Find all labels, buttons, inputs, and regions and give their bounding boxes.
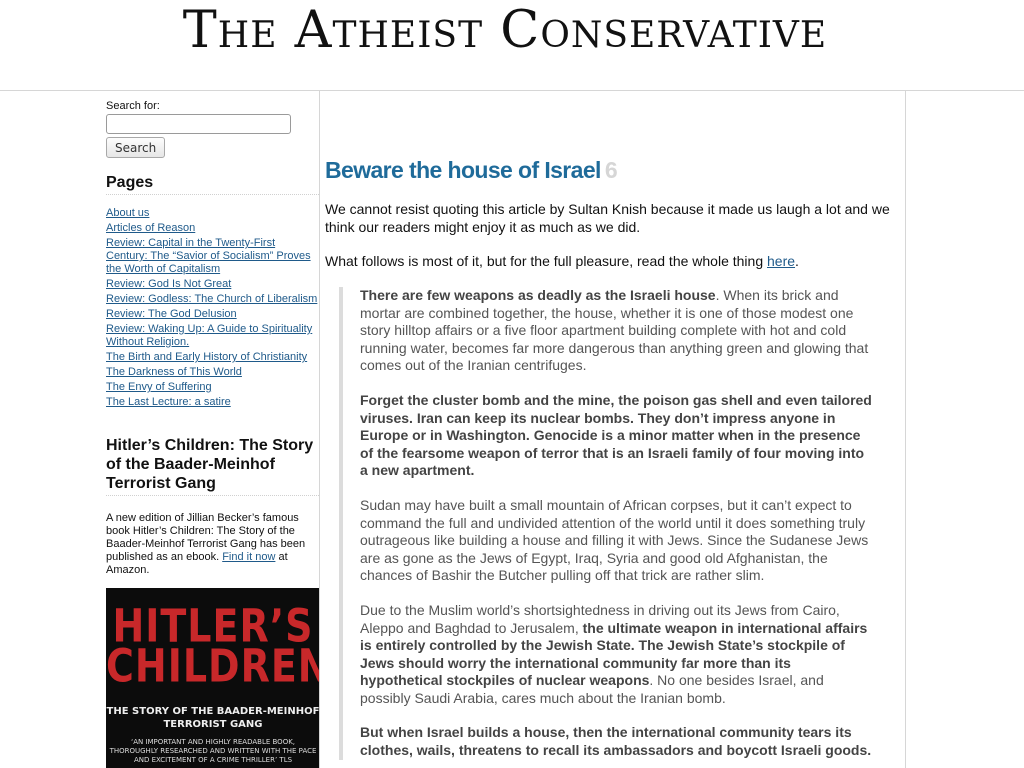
post-title: Beware the house of Israel 6 <box>325 156 903 184</box>
cover-quote: ‘AN IMPORTANT AND HIGHLY READABLE BOOK, … <box>109 738 317 764</box>
pages-widget-title: Pages <box>106 174 319 195</box>
quote-paragraph-3: Sudan may have built a small mountain of… <box>360 496 869 584</box>
quote-paragraph-2: Forget the cluster bomb and the mine, th… <box>360 392 873 480</box>
list-item: Review: The God Delusion <box>106 308 319 321</box>
book-widget-title: Hitler’s Children: The Story of the Baad… <box>106 436 319 496</box>
column-divider-left <box>319 91 320 768</box>
comment-count[interactable]: 6 <box>605 157 618 183</box>
quote-paragraph-4: Due to the Muslim world’s shortsightedne… <box>360 602 873 708</box>
search-label: Search for: <box>106 100 160 112</box>
list-item: The Envy of Suffering <box>106 381 319 394</box>
main-content: Beware the house of Israel 6 We cannot re… <box>325 92 903 768</box>
list-item: Review: Waking Up: A Guide to Spirituali… <box>106 323 319 349</box>
page-link-darkness-of-this-world[interactable]: The Darkness of This World <box>106 366 242 378</box>
search-button[interactable]: Search <box>106 137 166 158</box>
column-divider-right <box>905 91 906 768</box>
list-item: Review: God Is Not Great <box>106 278 319 291</box>
find-it-now-link[interactable]: Find it now <box>222 551 275 563</box>
page-link-review-godless[interactable]: Review: Godless: The Church of Liberalis… <box>106 293 317 305</box>
search-input[interactable] <box>106 114 291 134</box>
list-item: The Last Lecture: a satire <box>106 396 319 409</box>
pages-list: About us Articles of Reason Review: Capi… <box>106 207 319 409</box>
list-item: The Darkness of This World <box>106 366 319 379</box>
post-intro-paragraph-2: What follows is most of it, but for the … <box>325 252 903 270</box>
site-title[interactable]: The Atheist Conservative <box>0 4 1010 58</box>
quote-paragraph-5: But when Israel builds a house, then the… <box>360 724 873 759</box>
list-item: Articles of Reason <box>106 222 319 235</box>
quote-bold: Forget the cluster bomb and the mine, th… <box>360 391 872 479</box>
book-widget-description: A new edition of Jillian Becker’s famous… <box>106 512 319 577</box>
page-link-review-waking-up[interactable]: Review: Waking Up: A Guide to Spirituali… <box>106 323 312 348</box>
quoted-article: There are few weapons as deadly as the I… <box>339 287 903 760</box>
site-header: The Atheist Conservative <box>0 0 1024 91</box>
quote-bold: There are few weapons as deadly as the I… <box>360 287 716 303</box>
list-item: About us <box>106 207 319 220</box>
page-link-review-god-is-not-great[interactable]: Review: God Is Not Great <box>106 278 231 290</box>
list-item: The Birth and Early History of Christian… <box>106 351 319 364</box>
sidebar: Search for: Search Pages About us Articl… <box>106 92 319 768</box>
page-link-birth-of-christianity[interactable]: The Birth and Early History of Christian… <box>106 351 307 363</box>
intro2-text-end: . <box>795 253 799 269</box>
intro2-text: What follows is most of it, but for the … <box>325 253 767 269</box>
post-title-link[interactable]: Beware the house of Israel <box>325 157 601 183</box>
page-link-review-god-delusion[interactable]: Review: The God Delusion <box>106 308 237 320</box>
list-item: Review: Godless: The Church of Liberalis… <box>106 293 319 306</box>
cover-subtitle: THE STORY OF THE BAADER-MEINHOF TERRORIS… <box>106 706 319 730</box>
page-link-last-lecture[interactable]: The Last Lecture: a satire <box>106 396 231 408</box>
read-whole-thing-link[interactable]: here <box>767 253 795 269</box>
quote-bold: But when Israel builds a house, then the… <box>360 724 872 759</box>
book-cover-image[interactable]: HITLER’S CHILDREN THE STORY OF THE BAADE… <box>106 588 319 768</box>
page-link-about-us[interactable]: About us <box>106 207 149 219</box>
page-link-review-capital[interactable]: Review: Capital in the Twenty-First Cent… <box>106 237 311 275</box>
quote-paragraph-1: There are few weapons as deadly as the I… <box>360 287 873 375</box>
cover-title-line2: CHILDREN <box>106 639 319 693</box>
page-link-envy-of-suffering[interactable]: The Envy of Suffering <box>106 381 212 393</box>
page-link-articles-of-reason[interactable]: Articles of Reason <box>106 222 195 234</box>
post-intro-paragraph: We cannot resist quoting this article by… <box>325 201 890 235</box>
list-item: Review: Capital in the Twenty-First Cent… <box>106 237 319 276</box>
